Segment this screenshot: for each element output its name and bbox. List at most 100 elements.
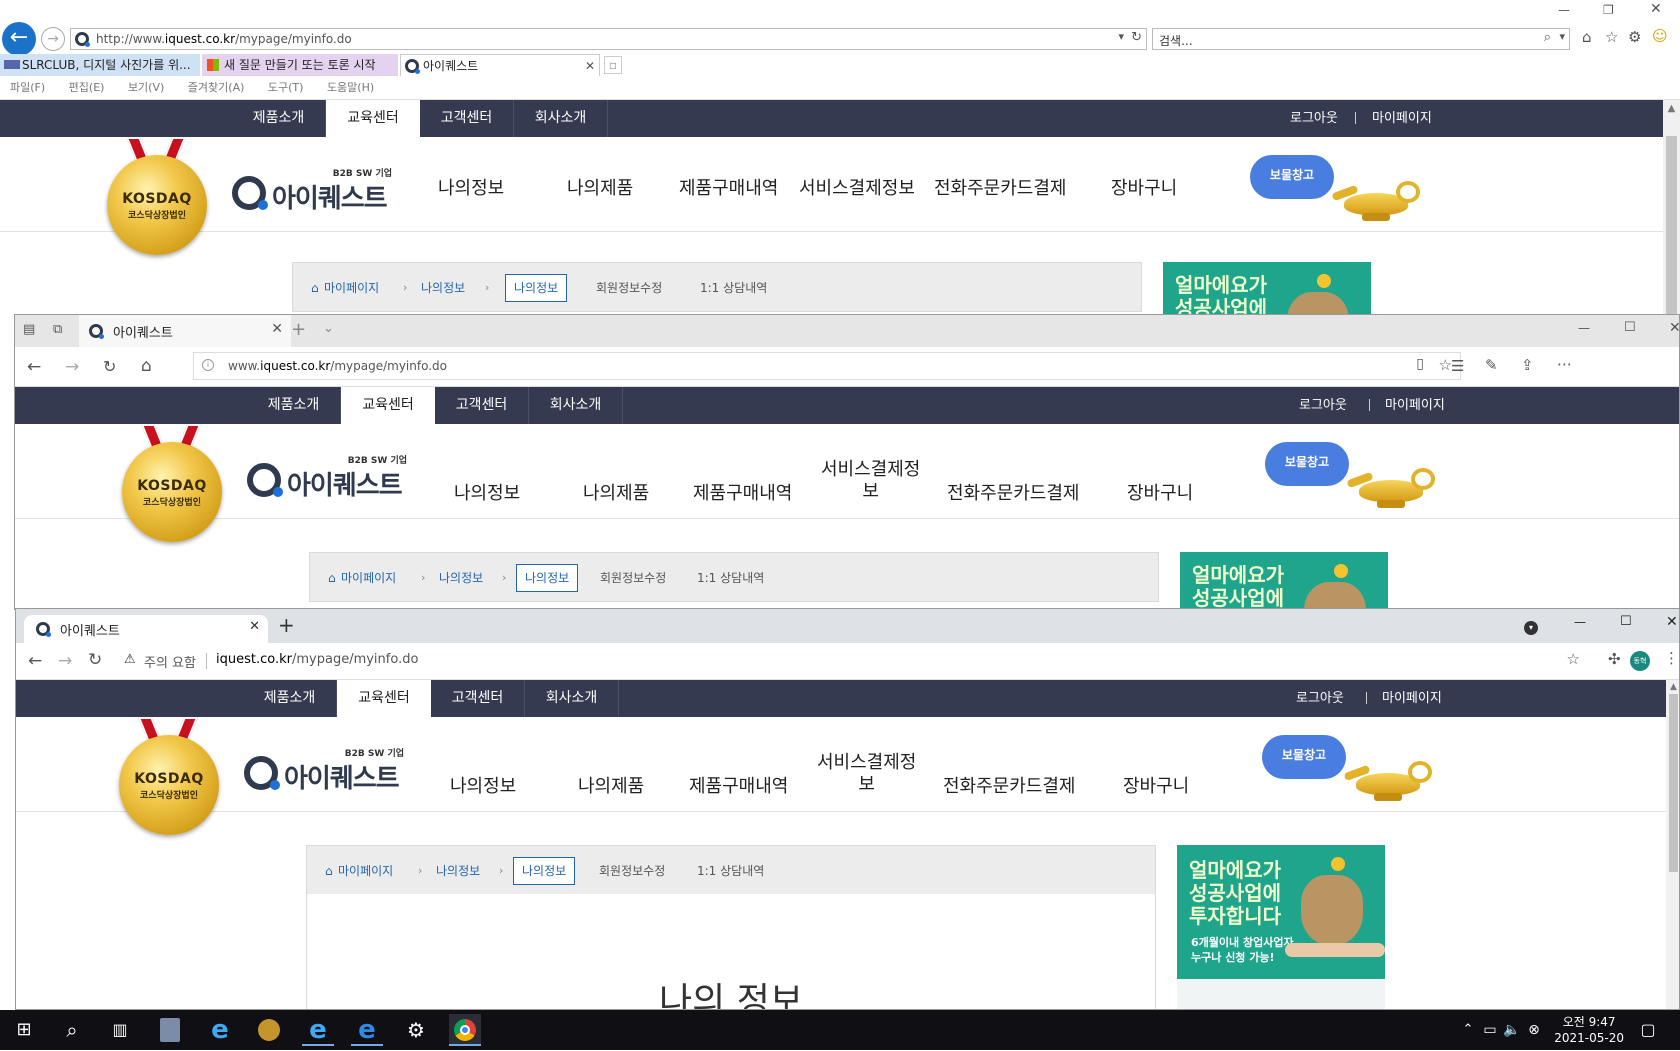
minimize-icon[interactable]: —	[1558, 3, 1570, 17]
crumb-edit-member[interactable]: 회원정보수정	[600, 553, 666, 603]
tab-support[interactable]: 고객센터	[435, 387, 529, 424]
home-icon[interactable]: ⌂	[1582, 28, 1592, 46]
scroll-up-icon[interactable]: ▲	[1663, 100, 1680, 117]
web-note-pen-icon[interactable]: ✎	[1485, 356, 1498, 374]
task-view-icon[interactable]: ▥	[104, 1014, 136, 1046]
action-center-icon[interactable]: ▢	[1632, 1014, 1664, 1046]
edge-address-field[interactable]: i www.iquest.co.kr/mypage/myinfo.do ▯ ☆	[193, 352, 1461, 380]
start-windows-icon[interactable]: ⊞	[8, 1014, 40, 1046]
menu-cart[interactable]: 장바구니	[1123, 772, 1189, 798]
smiley-feedback-icon[interactable]: ☺	[1652, 27, 1668, 45]
menu-my-info[interactable]: 나의정보	[450, 772, 516, 798]
chrome-omnibox[interactable]: ⚠ 주의 요함 iquest.co.kr/mypage/myinfo.do ☆	[120, 647, 1588, 675]
security-status[interactable]: 주의 요함	[144, 652, 196, 671]
chrome-tab-iquest[interactable]: 아이퀘스트 ✕	[24, 615, 268, 643]
refresh-icon[interactable]: ↻	[1131, 30, 1142, 45]
new-tab-button[interactable]: ▫	[604, 56, 622, 74]
chrome-scrollbar[interactable]: ▲	[1666, 680, 1679, 1009]
set-aside-tabs-icon[interactable]: ⧉	[53, 322, 62, 337]
startup-banner[interactable]: 얼마에요가 성공사업에 투자합니다	[1180, 552, 1388, 609]
forward-icon[interactable]: →	[65, 357, 79, 377]
menu-my-info[interactable]: 나의정보	[438, 174, 504, 200]
maximize-icon[interactable]: ☐	[1620, 614, 1632, 629]
address-bar[interactable]: http://www.iquest.co.kr/mypage/myinfo.do…	[70, 28, 1147, 50]
minimize-icon[interactable]: —	[1578, 321, 1590, 335]
more-dots-icon[interactable]: ⋯	[1557, 355, 1572, 373]
logout-link[interactable]: 로그아웃	[1290, 100, 1338, 137]
calculator-icon[interactable]	[154, 1014, 186, 1046]
treasure-cloud[interactable]: 보물창고	[1265, 442, 1349, 486]
menu-phone-card-payment[interactable]: 전화주문카드결제	[934, 174, 1066, 200]
crumb-edit-member[interactable]: 회원정보수정	[596, 263, 662, 313]
notification-muted-icon[interactable]: ⊗	[1518, 1014, 1550, 1046]
crumb-mypage[interactable]: 마이페이지	[341, 553, 396, 603]
startup-banner[interactable]: 얼마에요가 성공사업에 투자합니다	[1163, 262, 1371, 316]
menu-my-products[interactable]: 나의제품	[578, 772, 644, 798]
crumb-edit-member[interactable]: 회원정보수정	[599, 846, 665, 896]
menu-cart[interactable]: 장바구니	[1127, 479, 1193, 505]
crumb-consult-history[interactable]: 1:1 상담내역	[697, 846, 764, 896]
maximize-icon[interactable]: ☐	[1624, 320, 1636, 335]
tab-close-icon[interactable]: ✕	[249, 619, 260, 634]
mypage-link[interactable]: 마이페이지	[1372, 100, 1432, 137]
menu-purchase-history[interactable]: 제품구매내역	[679, 174, 778, 200]
forward-button[interactable]: →	[41, 27, 65, 51]
tab-company[interactable]: 회사소개	[529, 387, 623, 424]
tab-support[interactable]: 고객센터	[431, 680, 525, 717]
close-icon[interactable]: ✕	[1666, 614, 1678, 630]
crumb-mypage[interactable]: 마이페이지	[338, 846, 393, 896]
close-icon[interactable]: ✕	[1669, 320, 1679, 336]
menu-tools[interactable]: 도구(T)	[268, 81, 304, 94]
crumb-myinfo[interactable]: 나의정보	[421, 263, 465, 313]
tab-company[interactable]: 회사소개	[514, 100, 608, 137]
bookmark-star-icon[interactable]: ☆	[1567, 650, 1580, 668]
menu-favorites[interactable]: 즐겨찾기(A)	[188, 81, 245, 94]
menu-file[interactable]: 파일(F)	[10, 81, 45, 94]
more-menu-icon[interactable]: ⋮	[1664, 649, 1679, 667]
reading-view-icon[interactable]: ▯	[1416, 356, 1424, 372]
startup-banner[interactable]: 얼마에요가 성공사업에 투자합니다 6개월이내 창업사업자 누구나 신청 가능!	[1177, 845, 1385, 1009]
new-tab-plus-icon[interactable]: +	[291, 319, 306, 340]
tab-education[interactable]: 교육센터	[337, 680, 431, 717]
search-icon[interactable]: ⌕	[1544, 30, 1551, 45]
tab-preview-chevron-icon[interactable]: ⌄	[323, 321, 334, 336]
tab-slrclub[interactable]: SLRCLUB, 디지털 사진가를 위...	[0, 54, 200, 76]
menu-edit[interactable]: 편집(E)	[69, 81, 105, 94]
logout-link[interactable]: 로그아웃	[1299, 387, 1347, 424]
tab-search-icon[interactable]: ▾	[1524, 621, 1538, 635]
tab-close-icon[interactable]: ✕	[585, 55, 595, 76]
refresh-icon[interactable]: ↻	[103, 357, 116, 376]
site-logo[interactable]: B2B SW 기업 아이퀘스트	[232, 166, 392, 214]
crumb-active-myinfo[interactable]: 나의정보	[505, 274, 568, 302]
tab-education[interactable]: 교육센터	[326, 100, 420, 137]
menu-my-info[interactable]: 나의정보	[454, 479, 520, 505]
crumb-myinfo[interactable]: 나의정보	[439, 553, 483, 603]
back-icon[interactable]: ←	[27, 357, 41, 377]
app-disc-icon[interactable]	[253, 1014, 285, 1046]
menu-service-payment[interactable]: 서비스결제정 보	[821, 459, 920, 503]
new-tab-plus-icon[interactable]: +	[278, 613, 295, 637]
close-icon[interactable]: ✕	[1650, 1, 1662, 17]
scroll-up-icon[interactable]: ▲	[1666, 680, 1679, 694]
menu-purchase-history[interactable]: 제품구매내역	[693, 479, 792, 505]
favorite-star-icon[interactable]: ☆	[1439, 356, 1452, 374]
ie-scrollbar[interactable]: ▲	[1663, 100, 1680, 316]
internet-explorer-icon[interactable]: e	[204, 1014, 236, 1046]
mypage-link[interactable]: 마이페이지	[1382, 680, 1442, 717]
extensions-puzzle-icon[interactable]: ✣	[1608, 650, 1621, 668]
favorites-star-icon[interactable]: ☆	[1605, 28, 1618, 46]
tab-new-question[interactable]: 새 질문 만들기 또는 토론 시작	[202, 54, 398, 76]
crumb-active-myinfo[interactable]: 나의정보	[513, 857, 576, 885]
dropdown-icon[interactable]: ▾	[1118, 30, 1124, 43]
tab-education[interactable]: 교육센터	[341, 387, 435, 424]
site-logo[interactable]: B2B SW 기업 아이퀘스트	[247, 453, 407, 501]
tab-products[interactable]: 제품소개	[232, 100, 326, 137]
scroll-thumb[interactable]	[1669, 694, 1678, 872]
menu-help[interactable]: 도움말(H)	[327, 81, 374, 94]
site-logo[interactable]: B2B SW 기업 아이퀘스트	[244, 746, 404, 794]
restore-icon[interactable]: ❐	[1603, 3, 1614, 17]
treasure-cloud[interactable]: 보물창고	[1250, 155, 1334, 199]
treasure-cloud[interactable]: 보물창고	[1262, 735, 1346, 779]
chrome-icon[interactable]	[449, 1014, 481, 1046]
refresh-icon[interactable]: ↻	[88, 650, 102, 670]
